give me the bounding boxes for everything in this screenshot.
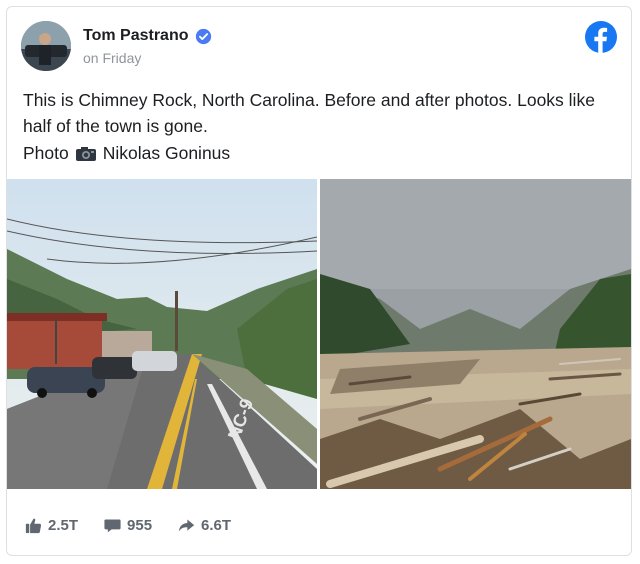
avatar[interactable]: [21, 21, 71, 71]
camera-icon: [75, 146, 96, 161]
before-photo[interactable]: NC-9: [7, 179, 317, 489]
after-photo[interactable]: [320, 179, 631, 489]
share-count-value: 6.6T: [201, 517, 232, 534]
post-text: This is Chimney Rock, North Carolina. Be…: [23, 90, 595, 136]
author-row: Tom Pastrano: [83, 27, 212, 45]
engagement-bar: 2.5T 955 6.6T: [25, 517, 257, 534]
post-timestamp[interactable]: on Friday: [83, 50, 141, 66]
author-name[interactable]: Tom Pastrano: [83, 27, 189, 45]
thumbs-up-icon: [25, 518, 42, 534]
avatar-image: [21, 21, 71, 71]
verified-badge-icon: [195, 28, 211, 44]
like-count[interactable]: 2.5T: [25, 517, 78, 534]
like-count-value: 2.5T: [48, 517, 79, 534]
credit-prefix: Photo: [23, 143, 69, 163]
post-card: Tom Pastrano on Friday This is Chimney R…: [6, 6, 632, 556]
share-count[interactable]: 6.6T: [178, 517, 231, 534]
credit-name: Nikolas Goninus: [102, 143, 231, 163]
comment-count[interactable]: 955: [104, 517, 152, 534]
photo-credit: Photo Nikolas Goninus: [23, 143, 230, 164]
facebook-logo-icon[interactable]: [585, 21, 617, 53]
share-arrow-icon: [178, 519, 195, 532]
comment-count-value: 955: [127, 517, 153, 534]
comment-bubble-icon: [104, 519, 121, 533]
